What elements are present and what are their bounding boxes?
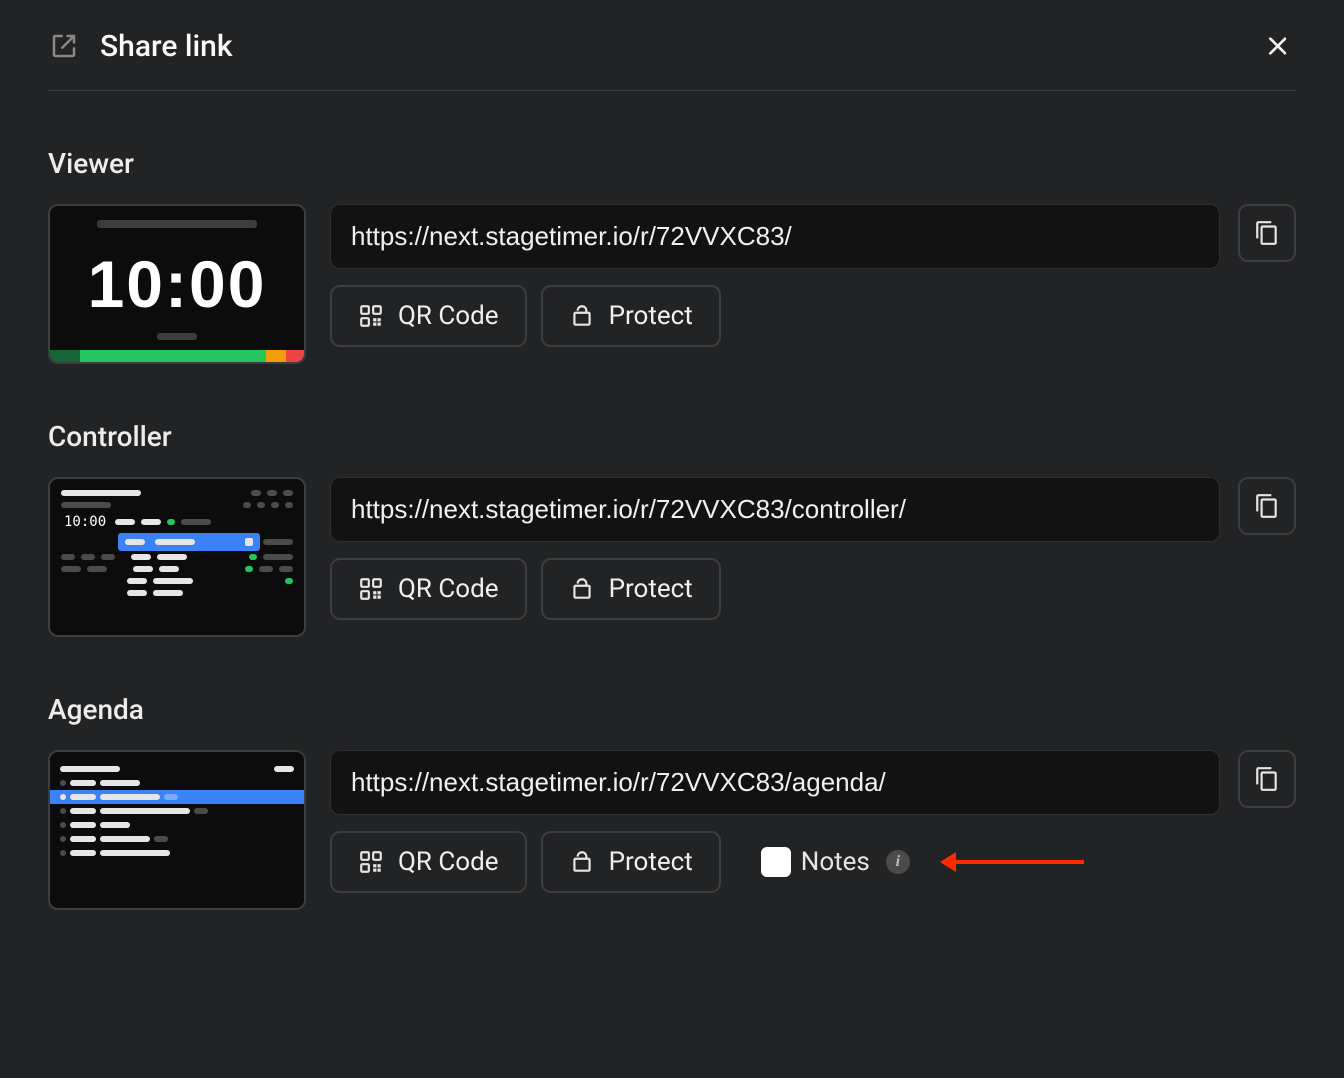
agenda-notes-toggle[interactable]: Notes i xyxy=(761,847,910,877)
viewer-copy-button[interactable] xyxy=(1238,204,1296,262)
agenda-copy-button[interactable] xyxy=(1238,750,1296,808)
controller-protect-button[interactable]: Protect xyxy=(541,558,721,620)
viewer-qr-label: QR Code xyxy=(398,301,499,331)
agenda-protect-button[interactable]: Protect xyxy=(541,831,721,893)
controller-qr-button[interactable]: QR Code xyxy=(330,558,527,620)
controller-heading: Controller xyxy=(48,420,1296,453)
share-icon xyxy=(48,31,80,61)
controller-protect-label: Protect xyxy=(609,574,693,604)
header-left: Share link xyxy=(48,29,233,64)
controller-thumb-time: 10:00 xyxy=(64,514,106,530)
copy-icon xyxy=(1254,220,1280,246)
viewer-heading: Viewer xyxy=(48,147,1296,180)
info-icon[interactable]: i xyxy=(886,850,910,874)
agenda-notes-label: Notes xyxy=(801,847,870,877)
controller-row: 10:00 xyxy=(48,477,1296,637)
controller-thumbnail[interactable]: 10:00 xyxy=(48,477,306,637)
qr-icon xyxy=(358,303,384,329)
viewer-thumbnail[interactable]: 10:00 xyxy=(48,204,306,364)
agenda-row: QR Code Protect Notes i xyxy=(48,750,1296,910)
agenda-fields: QR Code Protect Notes i xyxy=(330,750,1296,893)
copy-icon xyxy=(1254,766,1280,792)
controller-fields: QR Code Protect xyxy=(330,477,1296,620)
agenda-qr-label: QR Code xyxy=(398,847,499,877)
viewer-qr-button[interactable]: QR Code xyxy=(330,285,527,347)
unlock-icon xyxy=(569,576,595,602)
close-button[interactable] xyxy=(1260,28,1296,64)
viewer-fields: QR Code Protect xyxy=(330,204,1296,347)
copy-icon xyxy=(1254,493,1280,519)
viewer-protect-button[interactable]: Protect xyxy=(541,285,721,347)
unlock-icon xyxy=(569,303,595,329)
agenda-thumbnail[interactable] xyxy=(48,750,306,910)
agenda-heading: Agenda xyxy=(48,693,1296,726)
viewer-thumb-time: 10:00 xyxy=(50,246,304,322)
viewer-section: Viewer 10:00 xyxy=(48,147,1296,364)
controller-qr-label: QR Code xyxy=(398,574,499,604)
agenda-protect-label: Protect xyxy=(609,847,693,877)
modal-title: Share link xyxy=(100,29,233,64)
controller-section: Controller 10:00 xyxy=(48,420,1296,637)
viewer-url-input[interactable] xyxy=(330,204,1220,269)
viewer-protect-label: Protect xyxy=(609,301,693,331)
viewer-row: 10:00 xyxy=(48,204,1296,364)
annotation-arrow xyxy=(954,860,1084,864)
checkbox-icon xyxy=(761,847,791,877)
agenda-url-input[interactable] xyxy=(330,750,1220,815)
modal-header: Share link xyxy=(48,28,1296,91)
agenda-section: Agenda xyxy=(48,693,1296,910)
controller-copy-button[interactable] xyxy=(1238,477,1296,535)
qr-icon xyxy=(358,849,384,875)
unlock-icon xyxy=(569,849,595,875)
share-link-modal: Share link Viewer 10:00 xyxy=(0,0,1344,970)
qr-icon xyxy=(358,576,384,602)
agenda-qr-button[interactable]: QR Code xyxy=(330,831,527,893)
controller-url-input[interactable] xyxy=(330,477,1220,542)
